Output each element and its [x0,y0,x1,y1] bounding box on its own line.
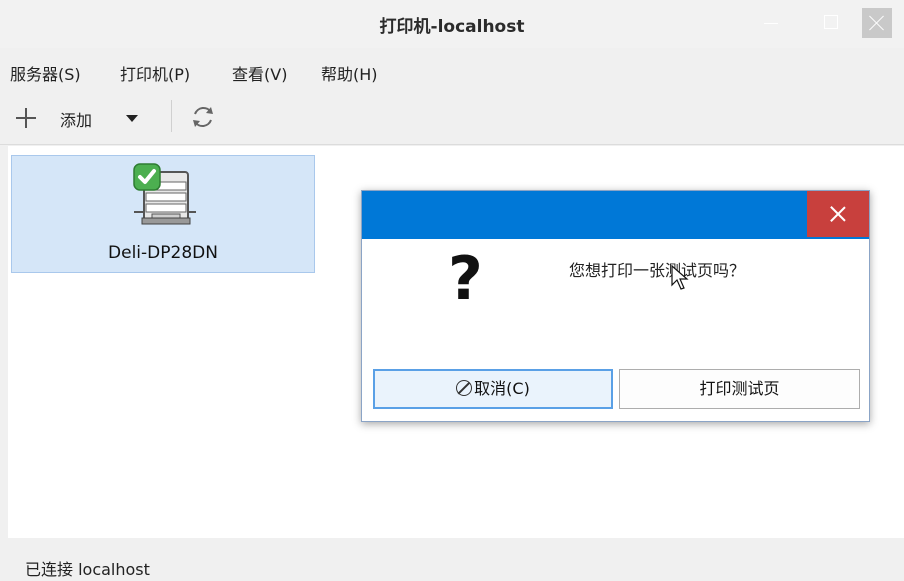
dialog-message: 您想打印一张测试页吗？ [569,261,746,280]
dialog-close-button[interactable] [807,191,869,237]
printer-icon [126,162,202,234]
dialog-titlebar [362,191,869,239]
toolbar: 添加 [0,92,904,145]
refresh-button[interactable] [186,100,220,134]
cancel-label: 取消(C) [474,379,530,398]
menubar: 服务器(S) 打印机(P) 查看(V) 帮助(H) [0,48,904,92]
add-button[interactable]: 添加 [14,102,154,134]
toolbar-separator [171,100,172,132]
check-badge-icon [133,163,161,191]
question-icon: ? [448,244,483,314]
refresh-icon [193,107,213,127]
menu-view[interactable]: 查看(V) [232,61,287,85]
minimize-button[interactable] [756,8,786,38]
menu-printer[interactable]: 打印机(P) [120,61,190,85]
chevron-down-icon[interactable] [126,115,138,122]
add-label: 添加 [60,111,93,130]
window-titlebar: 打印机-localhost [0,0,904,48]
plus-icon [16,108,36,128]
window-close-button[interactable] [862,8,892,38]
print-test-page-button[interactable]: 打印测试页 [619,369,860,409]
printer-item[interactable]: Deli-DP28DN [11,155,315,273]
test-page-dialog: ? 您想打印一张测试页吗？ 取消(C) 打印测试页 [361,190,870,422]
status-text: 已连接 localhost [25,560,150,579]
printer-name: Deli-DP28DN [108,243,218,263]
statusbar: 已连接 localhost [0,538,904,581]
cancel-icon [456,380,473,396]
cancel-button[interactable]: 取消(C) [373,369,613,409]
menu-server[interactable]: 服务器(S) [10,61,81,85]
menu-help[interactable]: 帮助(H) [321,61,378,85]
maximize-button[interactable] [816,8,846,38]
mouse-cursor-icon [671,265,689,290]
